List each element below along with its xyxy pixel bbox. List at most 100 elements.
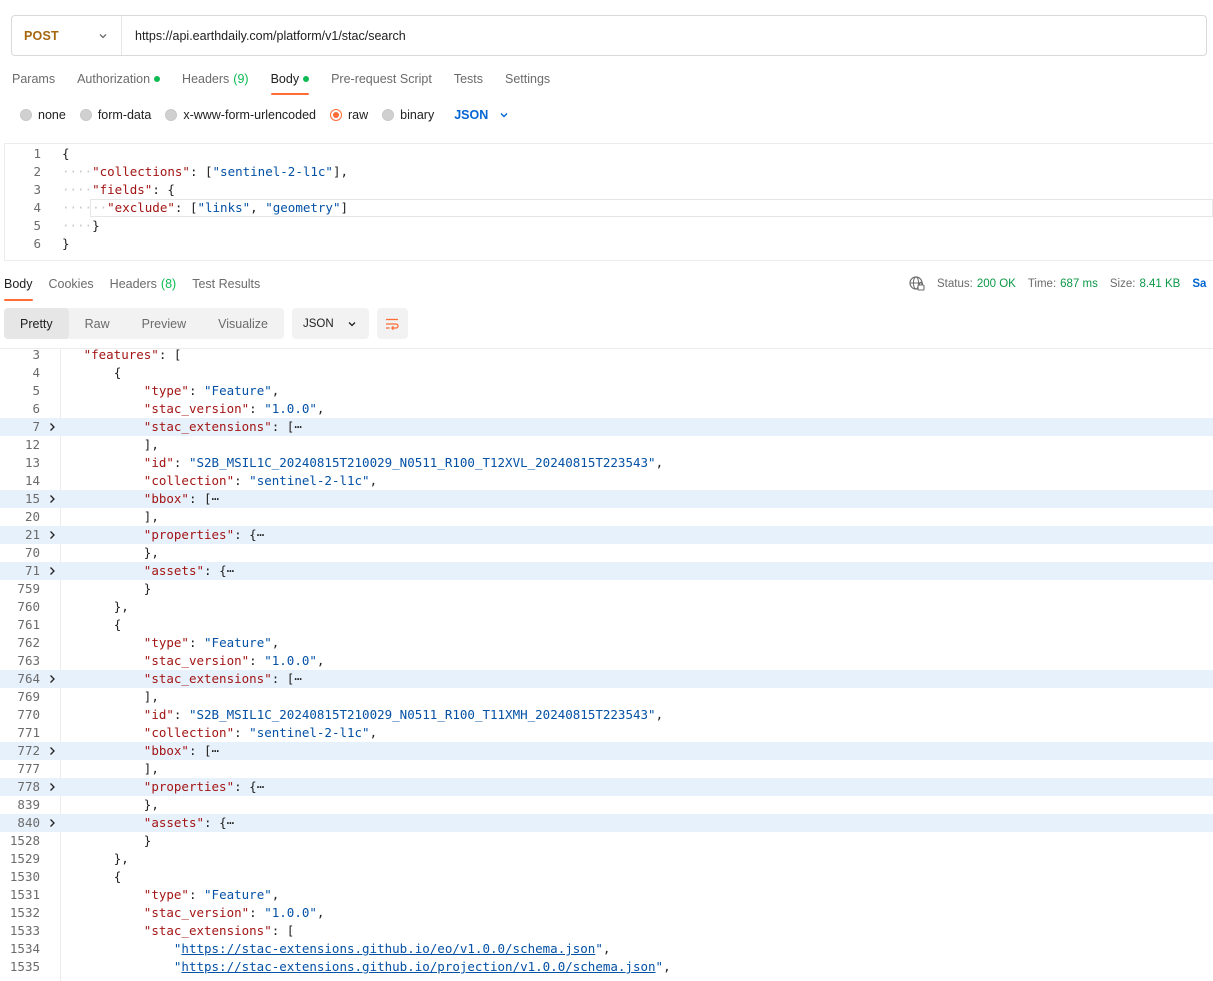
response-tab-test-results[interactable]: Test Results [192, 275, 260, 299]
response-line: 3 "features": [ [0, 348, 1213, 364]
code-text: "stac_extensions": [⋯ [61, 670, 302, 688]
code-token: "collections" [92, 164, 190, 179]
collapsed-ellipsis[interactable]: ⋯ [212, 743, 220, 758]
body-format-label: JSON [454, 108, 489, 122]
tab-label: Authorization [77, 72, 151, 86]
view-mode-pretty[interactable]: Pretty [4, 308, 69, 339]
tab-body[interactable]: Body [270, 70, 310, 95]
code-token: : [249, 905, 265, 920]
tab-params[interactable]: Params [12, 70, 55, 94]
response-line: 771 "collection": "sentinel-2-l1c", [0, 724, 1213, 742]
request-tabs: Params Authorization Headers (9) Body Pre-req… [12, 70, 572, 96]
code-text: { [61, 868, 122, 886]
view-mode-preview[interactable]: Preview [126, 308, 202, 339]
code-token: : [249, 401, 265, 416]
code-text: "type": "Feature", [61, 886, 279, 904]
code-token: { [113, 617, 122, 632]
line-number: 759 [17, 581, 40, 596]
response-line: 759 } [0, 580, 1213, 598]
collapsed-ellipsis[interactable]: ⋯ [227, 563, 235, 578]
code-line: 2 ····"collections": ["sentinel-2-l1c"], [5, 163, 1213, 181]
response-tab-headers[interactable]: Headers (8) [110, 275, 177, 299]
url-input[interactable] [122, 16, 1206, 55]
code-text: "stac_version": "1.0.0", [61, 652, 325, 670]
code-token: : [249, 653, 265, 668]
radio-form-data[interactable]: form-data [79, 108, 151, 122]
view-mode-raw[interactable]: Raw [69, 308, 126, 339]
schema-link[interactable]: https://stac-extensions.github.io/projec… [181, 959, 655, 974]
line-number: 764 [17, 671, 40, 686]
wrap-lines-button[interactable] [376, 308, 408, 339]
response-body-viewer[interactable]: 3 "features": [4 {5 "type": "Feature", 6 … [0, 348, 1213, 981]
code-token: "stac_extensions" [143, 419, 272, 434]
code-token: "bbox" [143, 743, 189, 758]
code-text: { [61, 364, 122, 382]
tab-authorization[interactable]: Authorization [77, 70, 161, 94]
chevron-right-icon[interactable] [46, 565, 58, 577]
code-token: "stac_version" [143, 905, 250, 920]
save-response-button[interactable]: Sa [1192, 278, 1206, 290]
tab-label: Body [4, 277, 33, 291]
tab-label: Params [12, 72, 56, 86]
collapsed-ellipsis[interactable]: ⋯ [294, 671, 302, 686]
request-body-editor[interactable]: 1{2 ····"collections": ["sentinel-2-l1c"]… [4, 143, 1213, 261]
code-text: "features": [ [61, 348, 182, 364]
network-globe-icon[interactable] [908, 275, 926, 293]
code-token: "stac_version" [143, 653, 250, 668]
code-token: : [ [271, 419, 295, 434]
code-token: , [663, 959, 671, 974]
chevron-right-icon[interactable] [46, 529, 58, 541]
radio-none[interactable]: none [20, 108, 66, 122]
response-line: 1533 "stac_extensions": [ [0, 922, 1213, 940]
whitespace-marker: ···· [62, 182, 93, 197]
response-line: 778 "properties": {⋯ [0, 778, 1213, 796]
response-tab-body[interactable]: Body [4, 275, 33, 301]
code-token: "bbox" [143, 491, 189, 506]
method-select[interactable]: POST [12, 16, 122, 55]
line-number: 12 [24, 437, 40, 452]
body-format-select[interactable]: JSON [454, 108, 510, 122]
chevron-right-icon[interactable] [46, 781, 58, 793]
response-line: 1530 { [0, 868, 1213, 886]
tab-tests[interactable]: Tests [454, 70, 483, 94]
tab-headers[interactable]: Headers (9) [182, 70, 249, 94]
chevron-right-icon[interactable] [46, 493, 58, 505]
body-type-selector: none form-data x-www-form-urlencoded raw bin… [20, 106, 510, 124]
code-text: { [61, 616, 122, 634]
view-mode-visualize[interactable]: Visualize [202, 308, 284, 339]
radio-x-www-form-urlencoded[interactable]: x-www-form-urlencoded [165, 108, 316, 122]
code-token: : [ [158, 348, 182, 362]
line-number: 840 [17, 815, 40, 830]
response-tab-cookies[interactable]: Cookies [49, 275, 94, 299]
chevron-right-icon[interactable] [46, 673, 58, 685]
schema-link[interactable]: https://stac-extensions.github.io/eo/v1.… [181, 941, 595, 956]
collapsed-ellipsis[interactable]: ⋯ [257, 527, 265, 542]
collapsed-ellipsis[interactable]: ⋯ [212, 491, 220, 506]
radio-raw[interactable]: raw [330, 108, 368, 122]
code-text: "bbox": [⋯ [61, 490, 219, 508]
chevron-right-icon[interactable] [46, 745, 58, 757]
tab-label: Tests [453, 72, 483, 86]
code-text: } [61, 580, 152, 598]
code-token: , [602, 941, 611, 956]
response-format-label: JSON [302, 317, 334, 330]
collapsed-ellipsis[interactable]: ⋯ [227, 815, 235, 830]
request-url-bar: POST [11, 15, 1207, 56]
code-token: : [ [271, 671, 295, 686]
line-number: 778 [17, 779, 40, 794]
response-format-select[interactable]: JSON [291, 308, 369, 339]
chevron-down-icon [97, 30, 109, 42]
code-token: }, [143, 545, 159, 560]
code-token: , [655, 455, 664, 470]
chevron-right-icon[interactable] [46, 817, 58, 829]
code-token: , [369, 725, 378, 740]
chevron-right-icon[interactable] [46, 421, 58, 433]
tab-pre-request-script[interactable]: Pre-request Script [331, 70, 432, 94]
line-number: 772 [17, 743, 40, 758]
collapsed-ellipsis[interactable]: ⋯ [257, 779, 265, 794]
tab-settings[interactable]: Settings [505, 70, 550, 94]
radio-binary[interactable]: binary [382, 108, 434, 122]
collapsed-ellipsis[interactable]: ⋯ [294, 419, 302, 434]
code-token: " [655, 959, 664, 974]
code-token: "Feature" [204, 383, 272, 398]
